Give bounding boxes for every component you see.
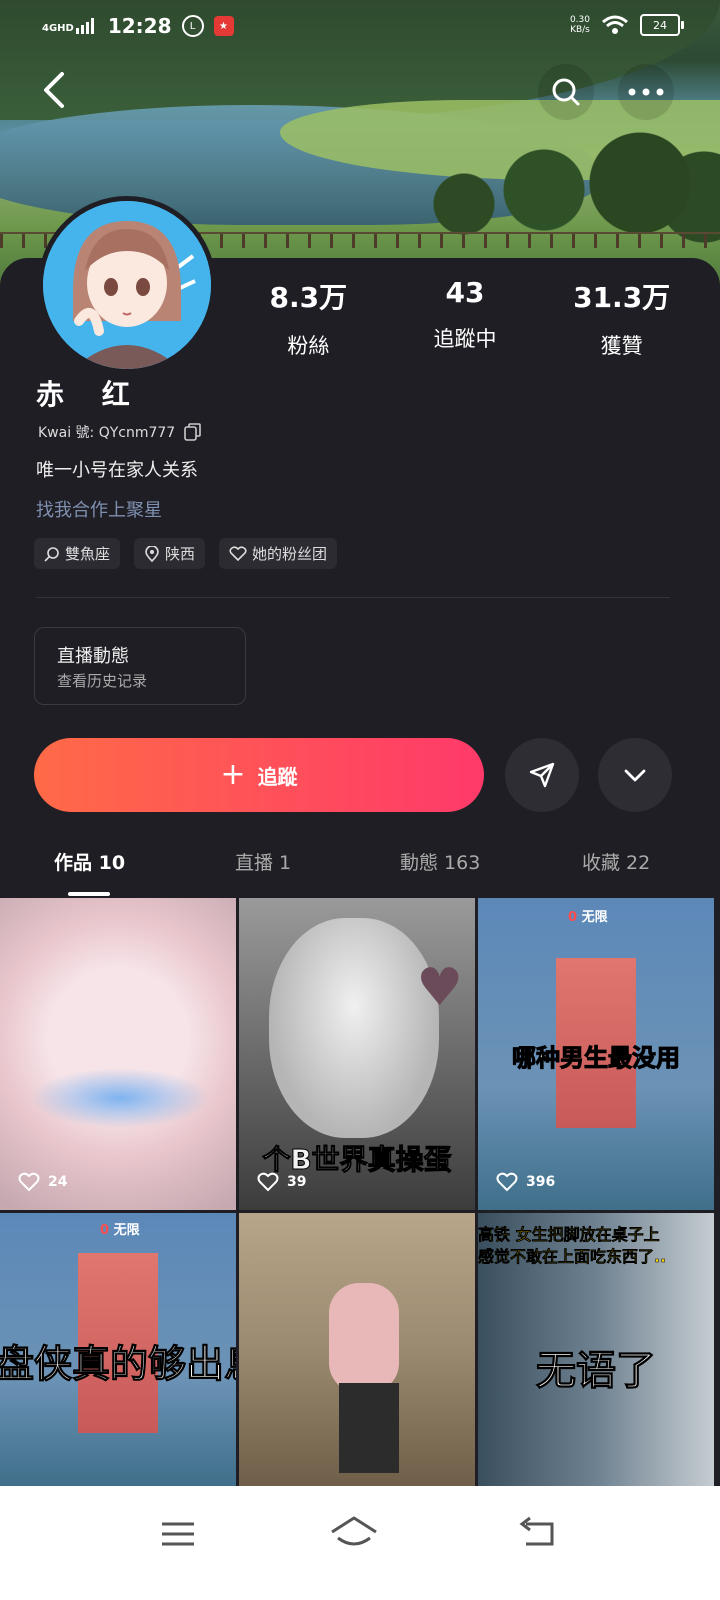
profile-name: 赤 红	[36, 378, 144, 411]
tag-location[interactable]: 陕西	[134, 538, 206, 569]
network-type: 4GHD	[42, 23, 74, 34]
tag-zodiac[interactable]: 雙魚座	[34, 538, 121, 569]
post-caption-top: 高铁 女生把脚放在桌子上	[478, 1225, 660, 1245]
menu-icon	[162, 1522, 194, 1546]
battery-icon: 24	[640, 14, 684, 36]
stat-value: 8.3万	[269, 281, 348, 314]
profile-stats: 8.3万 粉絲 43 追蹤中 31.3万 獲贊	[230, 276, 700, 360]
heart-outline-icon	[496, 1172, 518, 1192]
follow-button[interactable]: + 追蹤	[34, 738, 484, 812]
location-pin-icon	[145, 545, 159, 562]
pig-illustration	[269, 918, 439, 1138]
profile-tags: 雙魚座 陕西 她的粉丝团	[34, 538, 338, 569]
tab-works[interactable]: 作品 10	[54, 848, 125, 875]
tab-favorites[interactable]: 收藏 22	[582, 848, 650, 875]
heart-outline-icon	[257, 1172, 279, 1192]
system-nav-bar	[0, 1486, 720, 1600]
post-thumbnail[interactable]: 0 无限 哪种男生最没用 396	[478, 898, 714, 1210]
game-badge: 0 无限	[568, 910, 608, 925]
stat-followers[interactable]: 8.3万 粉絲	[238, 276, 378, 360]
adult-figure	[339, 1383, 399, 1473]
avatar[interactable]	[38, 196, 216, 374]
clock: 12:28	[107, 14, 172, 38]
live-card-title: 直播動態	[57, 646, 129, 667]
divider	[36, 597, 670, 598]
tab-moments[interactable]: 動態 163	[400, 848, 480, 875]
plus-icon: +	[220, 757, 246, 792]
back-nav-button[interactable]	[508, 1508, 568, 1558]
heart-outline-icon	[18, 1172, 40, 1192]
search-small-icon	[44, 546, 59, 562]
expand-button[interactable]	[598, 738, 672, 812]
child-figure	[329, 1283, 399, 1393]
like-count: 396	[496, 1172, 555, 1192]
post-caption: 盘侠真的够出息的男生	[0, 1342, 236, 1387]
home-button[interactable]	[324, 1508, 384, 1558]
post-thumbnail[interactable]: 24	[0, 898, 236, 1210]
stat-label: 粉絲	[287, 334, 330, 358]
post-caption: 无语了	[536, 1348, 657, 1395]
tab-live[interactable]: 直播 1	[235, 848, 291, 875]
stat-value: 31.3万	[573, 281, 671, 314]
stat-following[interactable]: 43 追蹤中	[395, 276, 535, 360]
copy-icon[interactable]	[183, 422, 203, 442]
post-thumbnail[interactable]	[239, 1213, 475, 1486]
app-notification-icon: ★	[213, 16, 234, 36]
profile-bio: 唯一小号在家人关系	[36, 460, 198, 481]
post-thumbnail[interactable]: 高铁 女生把脚放在桌子上 感觉不敢在上面吃东西了.. 无语了	[478, 1213, 714, 1486]
menu-button[interactable]	[148, 1508, 208, 1558]
network-speed: 0.30 KB/s	[569, 15, 590, 35]
follow-label: 追蹤	[257, 764, 298, 789]
heart-outline-icon	[229, 545, 247, 561]
business-link[interactable]: 找我合作上聚星	[36, 496, 162, 522]
search-icon	[552, 78, 580, 106]
stat-label: 追蹤中	[433, 327, 497, 351]
like-count: 24	[18, 1172, 67, 1192]
wifi-icon	[602, 15, 628, 34]
send-icon	[529, 762, 555, 788]
stat-label: 獲贊	[600, 334, 643, 358]
status-bar: 4GHD 12:28 L ★ 0.30 KB/s 24	[0, 0, 720, 52]
chevron-left-icon	[44, 72, 64, 108]
stat-value: 43	[445, 276, 485, 309]
return-icon	[519, 1516, 554, 1546]
kwai-id-row: Kwai 號: QYcnm777	[38, 422, 203, 442]
more-dots-icon	[628, 88, 664, 96]
content-tabs: 作品 10 直播 1 動態 163 收藏 22	[0, 848, 720, 898]
live-card-subtitle: 查看历史记录	[57, 672, 148, 690]
post-blur-shape	[30, 1068, 210, 1128]
broken-heart-icon: ♥	[416, 958, 463, 1018]
post-thumbnail[interactable]: 0 无限 盘侠真的够出息的男生	[0, 1213, 236, 1486]
live-history-card[interactable]: 直播動態 查看历史记录	[34, 627, 246, 705]
share-button[interactable]	[505, 738, 579, 812]
notification-badge-icon: L	[181, 15, 204, 37]
search-button[interactable]	[538, 64, 594, 120]
more-button[interactable]	[618, 64, 674, 120]
back-button[interactable]	[38, 70, 78, 114]
active-tab-indicator	[68, 892, 110, 896]
game-badge: 0 无限	[100, 1223, 140, 1238]
post-grid: 24 ♥ 个B世界真操蛋 39 0 无限 哪种男生最没用 396 0 无限 盘侠…	[0, 898, 720, 1486]
chevron-down-icon	[624, 769, 646, 782]
home-icon	[331, 1516, 377, 1546]
like-count: 39	[257, 1172, 306, 1192]
stat-likes[interactable]: 31.3万 獲贊	[552, 276, 692, 360]
post-thumbnail[interactable]: ♥ 个B世界真操蛋 39	[239, 898, 475, 1210]
kwai-id: Kwai 號: QYcnm777	[38, 425, 176, 441]
signal-icon	[75, 18, 94, 34]
post-caption: 哪种男生最没用	[512, 1044, 681, 1073]
avatar-illustration	[43, 201, 211, 369]
post-caption-top2: 感觉不敢在上面吃东西了..	[478, 1247, 667, 1267]
tag-fan-club[interactable]: 她的粉丝团	[219, 538, 338, 569]
